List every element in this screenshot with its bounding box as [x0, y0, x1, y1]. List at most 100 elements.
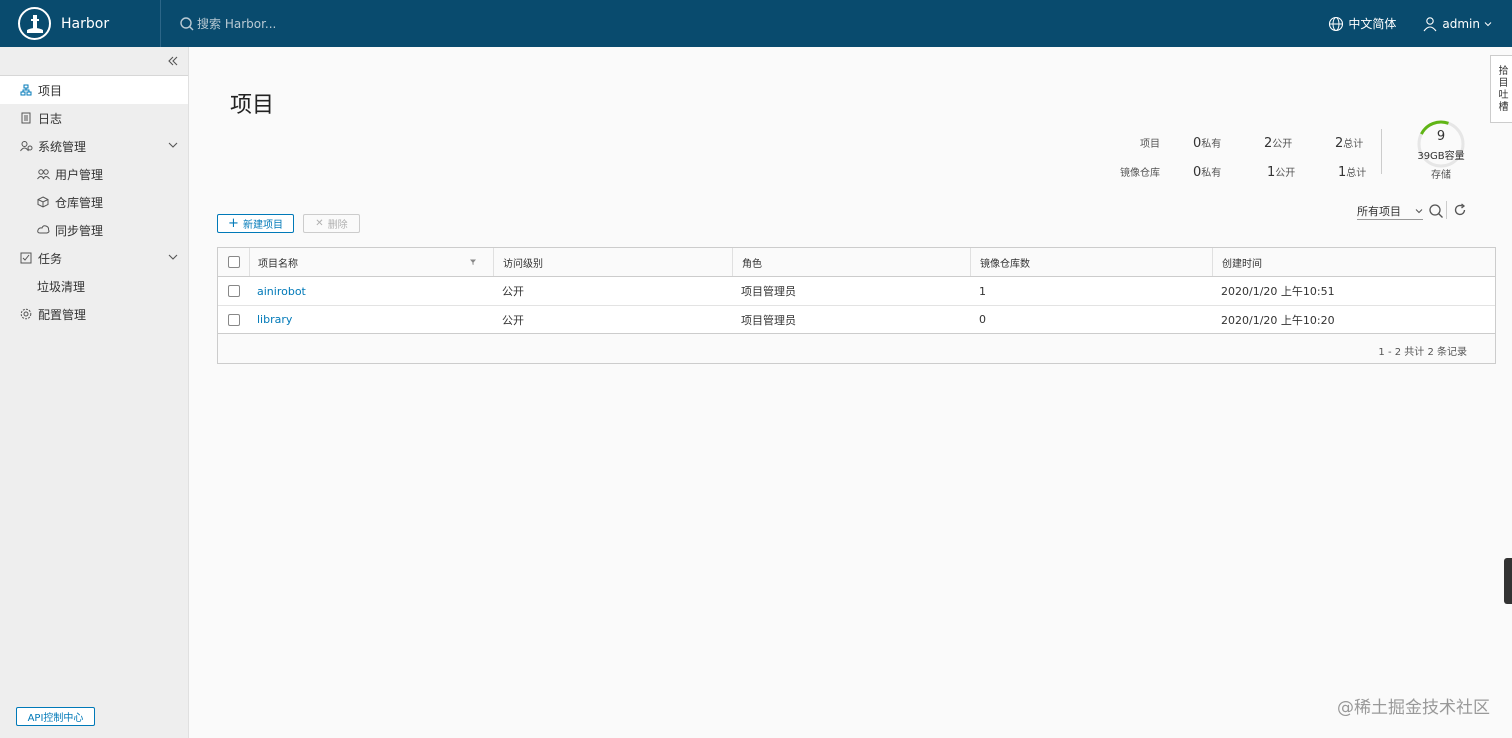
storage-label: 存储 [1431, 170, 1451, 181]
stats-projects-public: 2公开 [1264, 136, 1293, 151]
brand[interactable]: Harbor [0, 0, 161, 47]
sidebar-item-logs[interactable]: 日志 [0, 104, 188, 132]
sidebar-item-users[interactable]: 用户管理 [0, 160, 188, 188]
sidebar-item-label: 任务 [38, 251, 63, 266]
table-header: 项目名称 访问级别 角色 镜像仓库数 创建时间 [218, 248, 1495, 277]
storage-value: 9 [1436, 129, 1446, 144]
repo-count-cell: 1 [979, 284, 986, 298]
stats-repos-label: 镜像仓库 [1120, 168, 1160, 179]
role-cell: 项目管理员 [741, 285, 796, 298]
language-label: 中文简体 [1348, 17, 1397, 31]
column-header-name[interactable]: 项目名称 [249, 248, 493, 276]
close-icon: ✕ [315, 218, 324, 229]
stats-projects-label: 项目 [1140, 139, 1160, 150]
role-cell: 项目管理员 [741, 313, 796, 327]
language-switcher[interactable]: 中文简体 [1328, 15, 1396, 32]
sidebar-item-replication[interactable]: 同步管理 [0, 216, 188, 244]
sidebar-item-system-admin[interactable]: 系统管理 [0, 132, 188, 160]
page-title: 项目 [230, 93, 275, 118]
registry-icon [37, 196, 51, 208]
access-level-cell: 公开 [502, 313, 524, 327]
filter-icon[interactable] [469, 258, 477, 266]
sidebar-item-registries[interactable]: 仓库管理 [0, 188, 188, 216]
users-icon [37, 168, 51, 180]
select-all-checkbox[interactable] [228, 248, 240, 276]
search-icon [180, 16, 194, 30]
column-header-created[interactable]: 创建时间 [1212, 248, 1495, 276]
row-checkbox[interactable] [228, 306, 240, 333]
chevron-down-icon [1415, 209, 1423, 214]
global-search[interactable]: 搜索 Harbor... [179, 15, 276, 32]
sidebar-item-projects[interactable]: 项目 [0, 76, 188, 104]
stats-row-projects: 项目 0私有 2公开 2总计 [1090, 135, 1390, 155]
api-center-button[interactable]: API控制中心 [16, 707, 95, 726]
replication-icon [37, 224, 51, 236]
project-filter-select[interactable]: 所有项目 [1357, 203, 1423, 220]
repo-count-cell: 0 [979, 313, 986, 326]
project-name-link[interactable]: library [257, 306, 292, 333]
stats-row-repos: 镜像仓库 0私有 1公开 1总计 [1090, 164, 1390, 184]
sidebar-item-label: 日志 [38, 111, 63, 126]
new-project-label: 新建项目 [242, 220, 283, 231]
chevron-down-icon [168, 142, 178, 148]
sidebar-item-label: 项目 [38, 83, 63, 98]
row-checkbox[interactable] [228, 277, 240, 305]
stats-divider [1381, 129, 1382, 174]
storage-capacity: 39GB容量 [1417, 151, 1465, 162]
stats-repos-total: 1总计 [1338, 165, 1367, 180]
table-row: library 公开 项目管理员 0 2020/1/20 上午10:20 [218, 306, 1495, 334]
sidebar-item-config[interactable]: 配置管理 [0, 300, 188, 328]
user-icon [1423, 16, 1437, 31]
table-footer: 1 - 2 共计 2 条记录 [218, 334, 1495, 363]
collapse-icon[interactable] [167, 55, 179, 67]
project-icon [20, 84, 34, 96]
sidebar-item-label: 同步管理 [55, 223, 104, 238]
column-header-repo-count[interactable]: 镜像仓库数 [970, 248, 1212, 276]
sidebar-item-tasks[interactable]: 任务 [0, 244, 188, 272]
user-menu[interactable]: admin [1422, 16, 1492, 32]
config-icon [20, 308, 34, 320]
sidebar-item-gc[interactable]: 垃圾清理 [0, 272, 188, 300]
delete-label: 删除 [327, 220, 348, 231]
created-time-cell: 2020/1/20 上午10:51 [1221, 285, 1335, 298]
column-header-role[interactable]: 角色 [732, 248, 970, 276]
sidebar-item-label: 垃圾清理 [37, 279, 86, 294]
created-time-cell: 2020/1/20 上午10:20 [1221, 313, 1335, 327]
watermark: @稀土掘金技术社区 [1337, 698, 1490, 718]
stats-repos-private: 0私有 [1193, 165, 1222, 180]
search-placeholder: 搜索 Harbor... [197, 17, 277, 31]
feedback-tab[interactable]: 拾目吐槽 [1490, 55, 1512, 123]
sidebar-item-label: 系统管理 [38, 139, 87, 154]
refresh-icon[interactable] [1453, 203, 1467, 217]
side-drawer-handle[interactable] [1504, 558, 1512, 604]
toolbar-divider [1446, 201, 1447, 219]
admin-icon [20, 140, 34, 152]
top-header: Harbor 搜索 Harbor... 中文简体 admin [0, 0, 1512, 47]
projects-table: 项目名称 访问级别 角色 镜像仓库数 创建时间 ainirobot 公开 项目管… [217, 247, 1496, 364]
stats-projects-private: 0私有 [1193, 136, 1222, 151]
sidebar: 项目 日志 系统管理 用户管理 仓库管理 同步管理 任务 垃圾清理 配置管理 A… [0, 47, 189, 738]
table-row: ainirobot 公开 项目管理员 1 2020/1/20 上午10:51 [218, 277, 1495, 306]
globe-icon [1329, 16, 1344, 31]
chevron-down-icon [168, 254, 178, 260]
sidebar-item-label: 仓库管理 [55, 195, 104, 210]
sidebar-item-label: 用户管理 [55, 167, 104, 182]
chevron-down-icon [1484, 21, 1492, 26]
filter-selected: 所有项目 [1357, 205, 1401, 218]
delete-button[interactable]: ✕ 删除 [303, 214, 360, 233]
brand-name: Harbor [61, 15, 110, 32]
project-name-link[interactable]: ainirobot [257, 277, 306, 305]
main-content: 项目 项目 0私有 2公开 2总计 镜像仓库 0私有 1公开 1总计 9 39G… [190, 47, 1512, 738]
column-header-access[interactable]: 访问级别 [493, 248, 732, 276]
pagination-summary: 1 - 2 共计 2 条记录 [1378, 347, 1467, 358]
tasks-icon [20, 252, 34, 264]
harbor-logo-icon [18, 7, 51, 40]
stats-projects-total: 2总计 [1335, 136, 1364, 151]
new-project-button[interactable]: + 新建项目 [217, 214, 294, 233]
stats-repos-public: 1公开 [1267, 165, 1296, 180]
sidebar-item-label: 配置管理 [38, 307, 87, 322]
sidebar-collapse-row [0, 47, 188, 76]
user-name: admin [1442, 16, 1480, 31]
log-icon [20, 112, 34, 124]
search-icon[interactable] [1428, 203, 1444, 219]
